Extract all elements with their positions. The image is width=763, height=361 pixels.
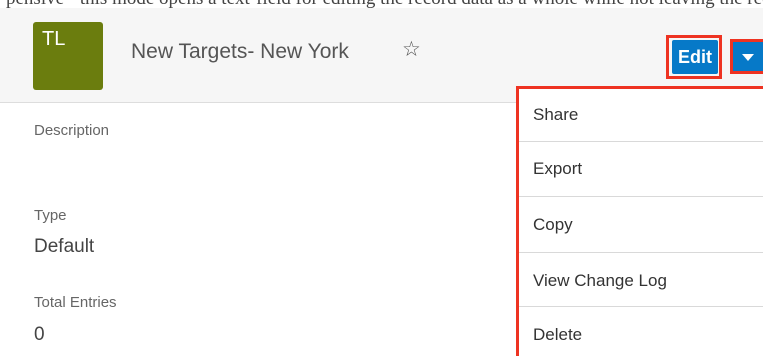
menu-divider [519, 306, 763, 307]
record-title: New Targets- New York [131, 40, 349, 63]
cropped-page-text-strip: pensive - this mode opens a text-field f… [0, 0, 763, 8]
favorite-star-icon[interactable]: ☆ [402, 39, 421, 60]
menu-item-export[interactable]: Export [519, 143, 763, 195]
actions-dropdown-menu: Share Export Copy View Change Log Delete [516, 86, 763, 356]
total-entries-value: 0 [34, 324, 45, 345]
description-label: Description [34, 122, 110, 139]
caret-down-icon [742, 54, 754, 61]
menu-item-delete[interactable]: Delete [519, 309, 763, 361]
avatar-initials: TL [42, 28, 66, 50]
menu-divider [519, 196, 763, 197]
avatar: TL [33, 22, 103, 90]
edit-button[interactable]: Edit [672, 40, 718, 74]
menu-divider [519, 141, 763, 142]
menu-item-share[interactable]: Share [519, 89, 763, 141]
actions-dropdown-button[interactable] [730, 39, 763, 74]
menu-item-copy[interactable]: Copy [519, 199, 763, 251]
total-entries-label: Total Entries [34, 294, 117, 311]
type-label: Type [34, 207, 67, 224]
menu-divider [519, 252, 763, 253]
menu-item-view-change-log[interactable]: View Change Log [519, 255, 763, 307]
type-value: Default [34, 236, 95, 257]
